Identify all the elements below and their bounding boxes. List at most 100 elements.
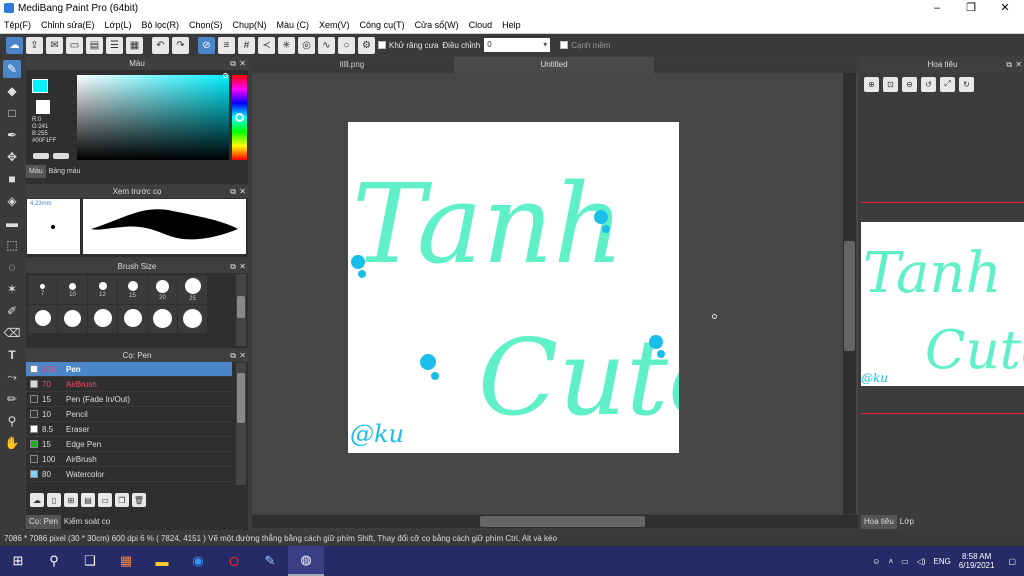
comment-icon[interactable]: ✉ — [46, 36, 63, 54]
parallel-snap-icon[interactable]: ≡ — [218, 36, 235, 54]
store-icon[interactable]: ▦ — [108, 546, 144, 576]
brush-size-cell[interactable]: 20 — [148, 276, 177, 304]
redo-icon[interactable]: ↷ — [172, 36, 189, 54]
drawing-canvas[interactable]: Tanh Cute @ku — [348, 122, 679, 453]
close-icon[interactable]: ✕ — [988, 0, 1022, 16]
chat-icon[interactable]: ▭ — [66, 36, 83, 54]
rotate-left-icon[interactable]: ↺ — [921, 76, 936, 92]
cross-snap-icon[interactable]: # — [238, 36, 255, 54]
zalo-icon[interactable]: ◉ — [180, 546, 216, 576]
brush-size-cell[interactable] — [28, 305, 57, 333]
menu-edit[interactable]: Chỉnh sửa(E) — [37, 20, 99, 30]
select-rect-tool-icon[interactable]: ⬚ — [3, 236, 21, 254]
tab-navigator[interactable]: Hoa tiêu — [861, 515, 897, 529]
brush-list-item[interactable]: 100 Pen — [26, 362, 232, 377]
brush-size-cell[interactable]: 12 — [88, 276, 117, 304]
vanish-snap-icon[interactable]: ≺ — [258, 36, 275, 54]
text-tool-icon[interactable]: T — [3, 346, 21, 364]
search-icon[interactable]: ⚲ — [36, 546, 72, 576]
close-icon[interactable]: ✕ — [239, 260, 246, 273]
people-icon[interactable]: ☺ — [872, 557, 880, 566]
lasso-tool-icon[interactable]: ◌ — [3, 258, 21, 276]
page-icon[interactable]: ▤ — [86, 36, 103, 54]
start-icon[interactable]: ⊞ — [0, 546, 36, 576]
brush-size-cell[interactable]: 10 — [58, 276, 87, 304]
menu-help[interactable]: Help — [498, 20, 525, 30]
rotate-right-icon[interactable]: ↻ — [959, 76, 974, 92]
no-snap-icon[interactable]: ⊘ — [198, 36, 215, 54]
brush-size-cell[interactable] — [178, 305, 207, 333]
canvas-vertical-scrollbar[interactable] — [843, 73, 856, 514]
move-tool-icon[interactable]: ✥ — [3, 148, 21, 166]
brush-size-cell[interactable] — [58, 305, 87, 333]
brush-list-item[interactable]: 15 Pen (Fade In/Out) — [26, 392, 232, 407]
brush-list-item[interactable]: 100 AirBrush — [26, 452, 232, 467]
add-brush-icon[interactable]: ⊞ — [64, 493, 78, 507]
cloud-brush-icon[interactable]: ☁ — [30, 493, 44, 507]
shape-tool-icon[interactable]: □ — [3, 104, 21, 122]
notification-icon[interactable]: ▢ — [1008, 557, 1016, 566]
clock[interactable]: 8:58 AM 6/19/2021 — [959, 552, 995, 570]
close-icon[interactable]: ✕ — [239, 57, 246, 70]
maximize-icon[interactable]: ❐ — [954, 0, 988, 16]
swap-color-button[interactable] — [53, 153, 69, 159]
list-icon[interactable]: ☰ — [106, 36, 123, 54]
select-pen-tool-icon[interactable]: ✐ — [3, 302, 21, 320]
brush-size-cell[interactable]: 15 — [118, 276, 147, 304]
opera-icon[interactable]: O — [216, 546, 252, 576]
undock-icon[interactable]: ⧉ — [1006, 57, 1012, 73]
ellipse-snap-icon[interactable]: ○ — [338, 36, 355, 54]
fill-rect-tool-icon[interactable]: ■ — [3, 170, 21, 188]
new-brush-icon[interactable]: ▯ — [47, 493, 61, 507]
zoom-out-icon[interactable]: ⊖ — [902, 76, 917, 92]
menu-filter[interactable]: Bộ lọc(R) — [137, 20, 183, 30]
duplicate-icon[interactable]: ❐ — [115, 493, 129, 507]
hue-handle[interactable] — [235, 113, 244, 122]
canvas-horizontal-scrollbar[interactable] — [252, 515, 858, 528]
foreground-color-swatch[interactable] — [32, 79, 48, 93]
undock-icon[interactable]: ⧉ — [230, 349, 236, 362]
menu-tools[interactable]: Công cụ(T) — [356, 20, 409, 30]
menu-file[interactable]: Tệp(F) — [0, 20, 35, 30]
grid-icon[interactable]: ▦ — [126, 36, 143, 54]
brush-size-scrollbar[interactable] — [236, 274, 246, 346]
dropper-tool-icon[interactable]: ✏ — [3, 390, 21, 408]
operation-tool-icon[interactable]: ⤳ — [3, 368, 21, 386]
background-color-swatch[interactable] — [36, 100, 50, 114]
minimize-icon[interactable]: – — [920, 0, 954, 16]
tab-layers[interactable]: Lớp — [897, 515, 917, 529]
hand-tool-icon[interactable]: ✋ — [3, 434, 21, 452]
tab-color[interactable]: Màu — [26, 164, 46, 178]
language-indicator[interactable]: ENG — [934, 557, 951, 566]
tab-brush[interactable]: Cọ: Pen — [26, 515, 61, 529]
tab-document-1[interactable]: lllll.png — [252, 57, 452, 73]
adjust-dropdown[interactable]: 0 — [484, 38, 551, 52]
task-view-icon[interactable]: ❑ — [72, 546, 108, 576]
antialias-checkbox[interactable] — [378, 41, 386, 49]
undock-icon[interactable]: ⧉ — [230, 185, 236, 198]
sv-handle[interactable] — [223, 73, 228, 78]
color-mode-button[interactable] — [33, 153, 49, 159]
brush-list-item[interactable]: 10 Pencil — [26, 407, 232, 422]
volume-icon[interactable]: ◁) — [917, 557, 926, 566]
brush-size-cell[interactable]: 25 — [178, 276, 207, 304]
navigator-preview[interactable]: Tanh Cute @ku — [861, 222, 1024, 386]
menu-window[interactable]: Cửa sổ(W) — [411, 20, 463, 30]
magic-wand-tool-icon[interactable]: ✶ — [3, 280, 21, 298]
fit-icon[interactable]: ⊡ — [883, 76, 898, 92]
delete-icon[interactable]: 🗑 — [132, 493, 146, 507]
network-icon[interactable]: ▭ — [901, 557, 909, 566]
radial-snap-icon[interactable]: ✳ — [278, 36, 295, 54]
circle-snap-icon[interactable]: ◎ — [298, 36, 315, 54]
undock-icon[interactable]: ⧉ — [230, 57, 236, 70]
tab-palette[interactable]: Bảng màu — [46, 165, 84, 178]
brush-list-item[interactable]: 15 Edge Pen — [26, 437, 232, 452]
brush-size-cell[interactable] — [118, 305, 147, 333]
bucket-tool-icon[interactable]: ◈ — [3, 192, 21, 210]
undo-icon[interactable]: ↶ — [152, 36, 169, 54]
zoom-in-icon[interactable]: ⊕ — [864, 76, 879, 92]
brush-list-item[interactable]: 80 Watercolor — [26, 467, 232, 482]
tab-brush-control[interactable]: Kiểm soát cọ — [61, 515, 113, 529]
brush-list-item[interactable]: 8.5 Eraser — [26, 422, 232, 437]
share-icon[interactable]: ⇪ — [26, 36, 43, 54]
